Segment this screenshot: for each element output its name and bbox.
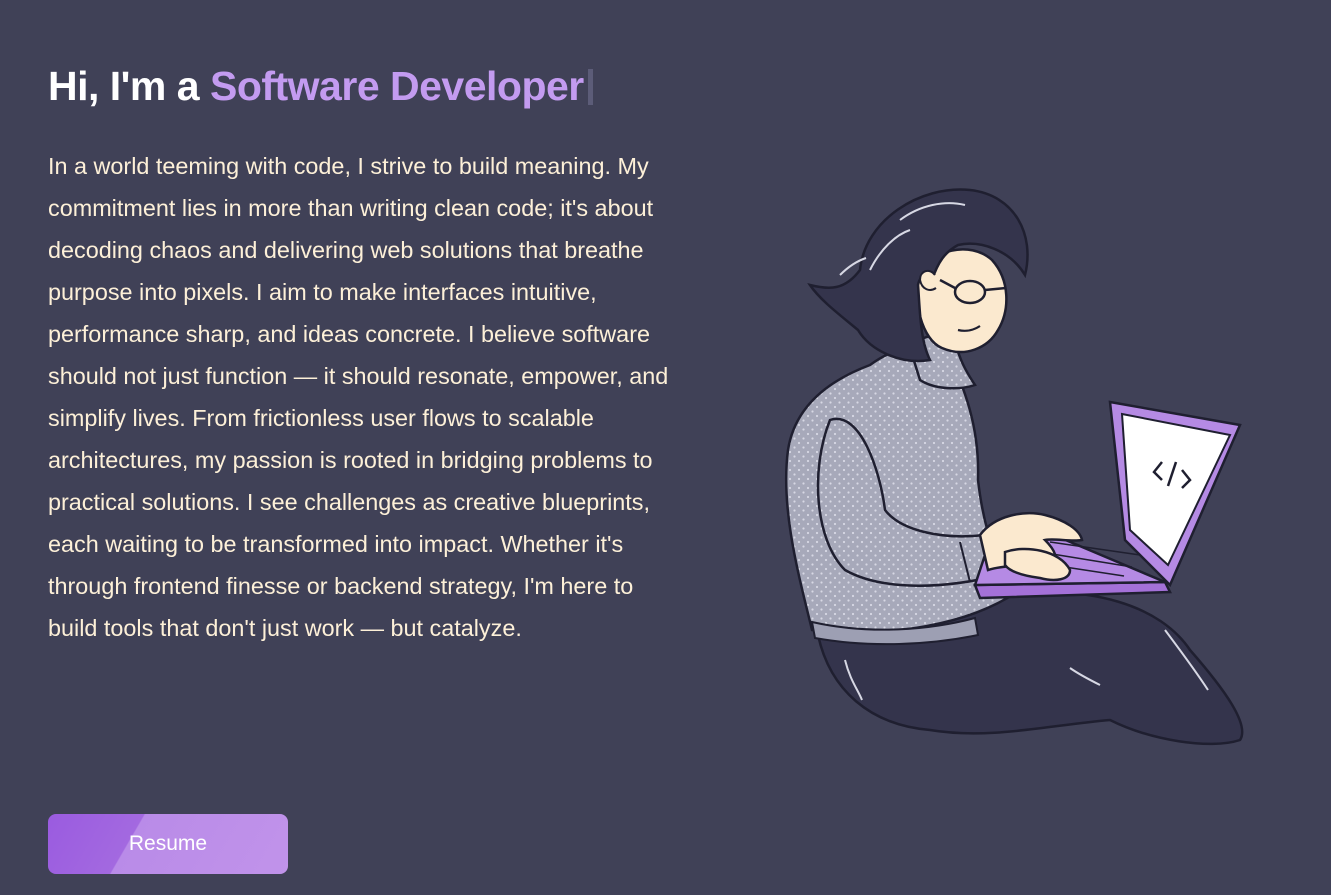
head-shape: [807, 188, 1029, 363]
hero-text: Hi, I'm a Software Developer In a world …: [48, 58, 688, 649]
resume-button[interactable]: Resume: [48, 814, 288, 874]
typing-cursor: [587, 69, 593, 105]
developer-illustration: [784, 188, 1244, 746]
bio-paragraph: In a world teeming with code, I strive t…: [48, 153, 669, 641]
headline: Hi, I'm a Software Developer: [48, 58, 688, 114]
headline-role: Software Developer: [209, 63, 584, 109]
headline-greeting: Hi, I'm a: [48, 63, 210, 109]
